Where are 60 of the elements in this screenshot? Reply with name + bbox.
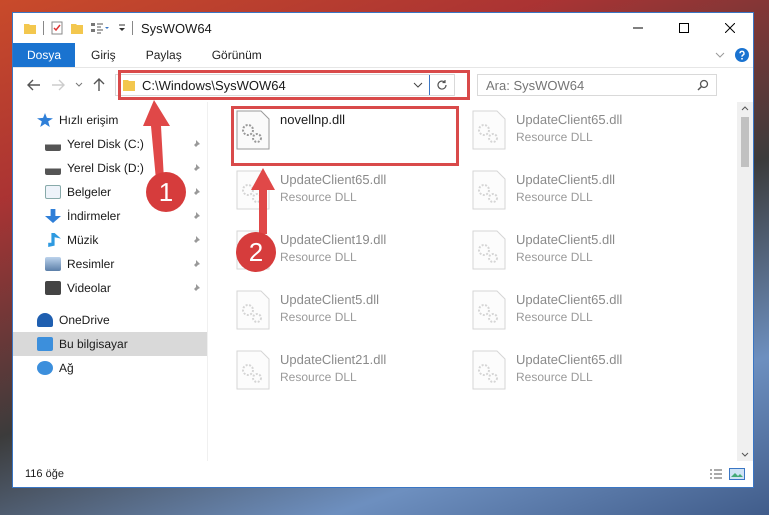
sidebar-item[interactable]: Belgeler [13, 180, 122, 204]
back-icon[interactable] [27, 79, 41, 91]
sidebar-item[interactable]: İndirmeler [13, 204, 130, 228]
window-title: SysWOW64 [141, 20, 212, 36]
scrollbar-thumb[interactable] [741, 117, 749, 167]
file-type: Resource DLL [516, 370, 594, 384]
dropdown-icon[interactable] [413, 82, 423, 88]
location-icon [37, 313, 53, 327]
details-view-icon[interactable] [709, 468, 723, 480]
folder-icon [23, 21, 37, 35]
sidebar-item[interactable]: Resimler [13, 252, 124, 276]
sidebar-item[interactable]: Hızlı erişim [13, 108, 207, 132]
scrollbar[interactable] [737, 102, 753, 461]
file-name[interactable]: novellnp.dll [280, 112, 346, 127]
maximize-icon [679, 23, 689, 33]
location-icon [45, 257, 61, 271]
sidebar-item[interactable]: Ağ [13, 356, 207, 380]
item-count: 116 öğe [25, 468, 64, 480]
location-icon [37, 361, 53, 375]
file-type: Resource DLL [516, 310, 594, 324]
sidebar-item[interactable]: Videolar [13, 276, 121, 300]
scroll-down-icon[interactable] [741, 452, 749, 457]
sidebar-item[interactable]: Müzik [13, 228, 108, 252]
file-type: Resource DLL [280, 190, 358, 204]
address-path: C:\Windows\SysWOW64 [142, 78, 287, 92]
file-type: Resource DLL [516, 190, 594, 204]
address-bar[interactable]: C:\Windows\SysWOW64 [115, 74, 455, 96]
sidebar-item[interactable]: Bu bilgisayar [13, 332, 207, 356]
file-type: Resource DLL [280, 310, 358, 324]
sidebar-item[interactable]: OneDrive [13, 308, 207, 332]
folder-icon[interactable] [70, 21, 84, 35]
file-type: Resource DLL [280, 250, 358, 264]
file-type: Resource DLL [516, 250, 594, 264]
gear-file-icon[interactable] [236, 110, 270, 150]
search-icon [697, 79, 709, 91]
arrow-drawing [250, 168, 276, 234]
recent-locations-icon[interactable] [75, 82, 83, 88]
scroll-up-icon[interactable] [741, 106, 749, 111]
up-icon[interactable] [93, 78, 105, 92]
forward-icon[interactable] [51, 79, 65, 91]
refresh-icon[interactable] [436, 79, 448, 91]
ribbon-tab[interactable]: Görünüm [198, 43, 276, 67]
location-icon [45, 185, 61, 199]
file-type: Resource DLL [280, 370, 358, 384]
ribbon-tab[interactable]: Giriş [77, 43, 130, 67]
file-type: Resource DLL [516, 130, 594, 144]
search-field[interactable]: Ara: SysWOW64 [477, 74, 717, 96]
dropdown-icon[interactable] [118, 23, 126, 33]
location-icon [45, 281, 61, 295]
ribbon-tab[interactable]: Paylaş [132, 43, 196, 67]
sidebar-item[interactable]: Yerel Disk (C:) [13, 132, 154, 156]
ribbon-tab[interactable]: Dosya [13, 43, 76, 67]
properties-icon[interactable] [50, 21, 64, 35]
close-icon [725, 23, 735, 33]
folder-icon [122, 78, 136, 92]
expand-ribbon-icon[interactable] [715, 52, 725, 58]
large-icons-view-icon[interactable] [729, 468, 745, 480]
location-icon [37, 337, 53, 351]
customize-toolbar-icon[interactable] [90, 21, 112, 35]
help-icon[interactable] [735, 48, 749, 62]
